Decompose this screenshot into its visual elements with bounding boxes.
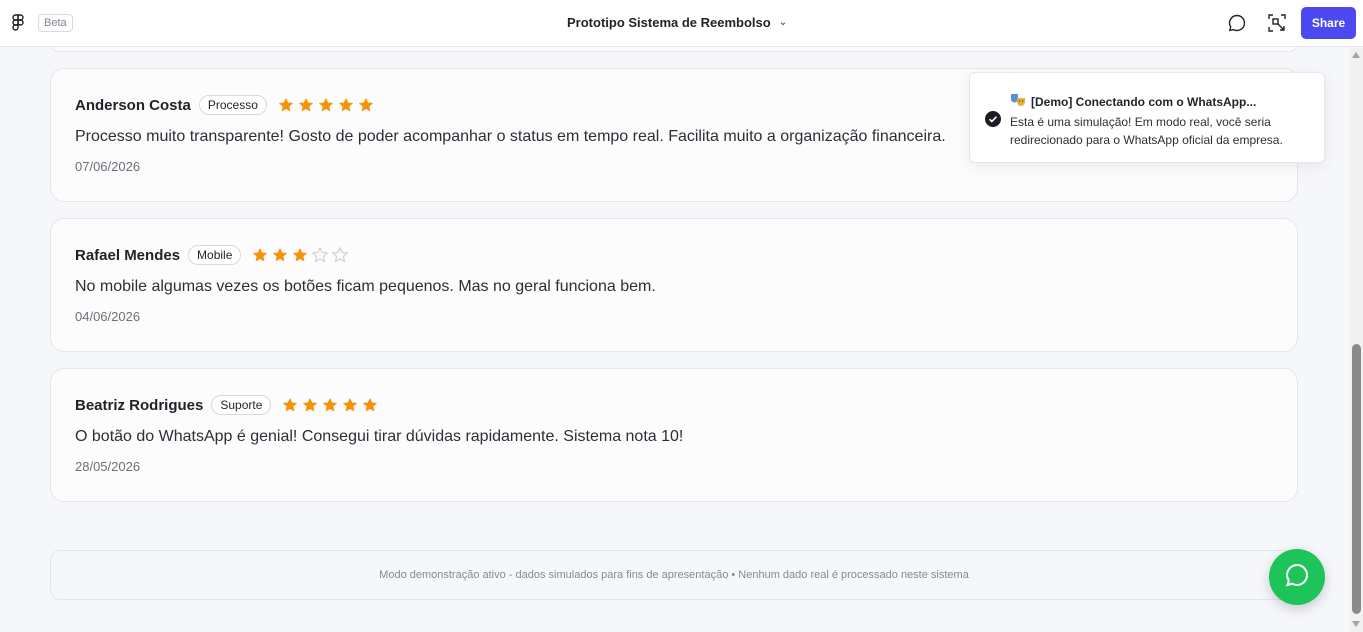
footer-text: Modo demonstração ativo - dados simulado… [379,569,969,581]
figma-logo-icon[interactable] [9,13,27,33]
review-text: O botão do WhatsApp é genial! Consegui t… [75,428,684,445]
scroll-up-arrow-icon[interactable] [1352,52,1360,58]
reviewer-name: Anderson Costa [75,96,191,114]
review-date: 07/06/2026 [75,159,141,174]
file-title-menu[interactable]: Prototipo Sistema de Reembolso ⌄ [567,15,787,30]
demo-footer: Modo demonstração ativo - dados simulado… [50,550,1298,600]
theater-masks-icon [1010,93,1026,110]
beta-badge: Beta [38,14,73,32]
scrollbar-thumb[interactable] [1352,344,1361,614]
star-filled-icon [293,247,308,262]
toast-notification[interactable]: [Demo] Conectando com o WhatsApp... Esta… [969,72,1325,163]
review-card: Rafael Mendes Mobile No mobile algumas v… [50,218,1298,352]
star-rating [251,246,349,264]
star-empty-icon [312,246,329,263]
star-filled-icon [358,97,374,112]
star-rating [281,396,379,414]
star-filled-icon [298,97,314,112]
star-filled-icon [338,97,354,112]
comment-icon[interactable] [1226,12,1248,34]
toast-message: Esta é uma simulação! Em modo real, você… [1010,115,1283,147]
top-bar: Beta Prototipo Sistema de Reembolso ⌄ Sh… [0,0,1363,47]
check-circle-icon [985,111,1001,127]
star-filled-icon [273,247,288,262]
whatsapp-icon [1284,562,1310,593]
vertical-scrollbar[interactable] [1350,48,1363,632]
scroll-down-arrow-icon[interactable] [1352,621,1360,627]
star-filled-icon [253,247,268,262]
star-filled-icon [323,397,338,412]
review-category-tag: Mobile [188,245,242,265]
star-filled-icon [278,97,294,112]
review-date: 04/06/2026 [75,309,141,324]
star-empty-icon [332,246,349,263]
star-filled-icon [363,397,378,412]
review-card: Beatriz Rodrigues Suporte O botão do Wha… [50,368,1298,502]
review-text: No mobile algumas vezes os botões ficam … [75,278,656,295]
inspect-icon[interactable] [1266,12,1288,34]
review-category-tag: Processo [198,95,267,115]
review-category-tag: Suporte [211,395,272,415]
star-filled-icon [318,97,334,112]
star-rating [277,96,375,114]
chevron-down-icon: ⌄ [778,17,788,28]
star-filled-icon [343,397,358,412]
reviewer-name: Beatriz Rodrigues [75,396,204,414]
reviewer-name: Rafael Mendes [75,246,181,264]
toast-title: [Demo] Conectando com o WhatsApp... [1031,94,1257,109]
star-filled-icon [303,397,318,412]
star-filled-icon [283,397,298,412]
review-date: 28/05/2026 [75,459,141,474]
review-text: Processo muito transparente! Gosto de po… [75,128,946,145]
file-title: Prototipo Sistema de Reembolso [567,15,771,30]
whatsapp-button[interactable] [1269,549,1325,605]
share-button[interactable]: Share [1301,7,1356,39]
